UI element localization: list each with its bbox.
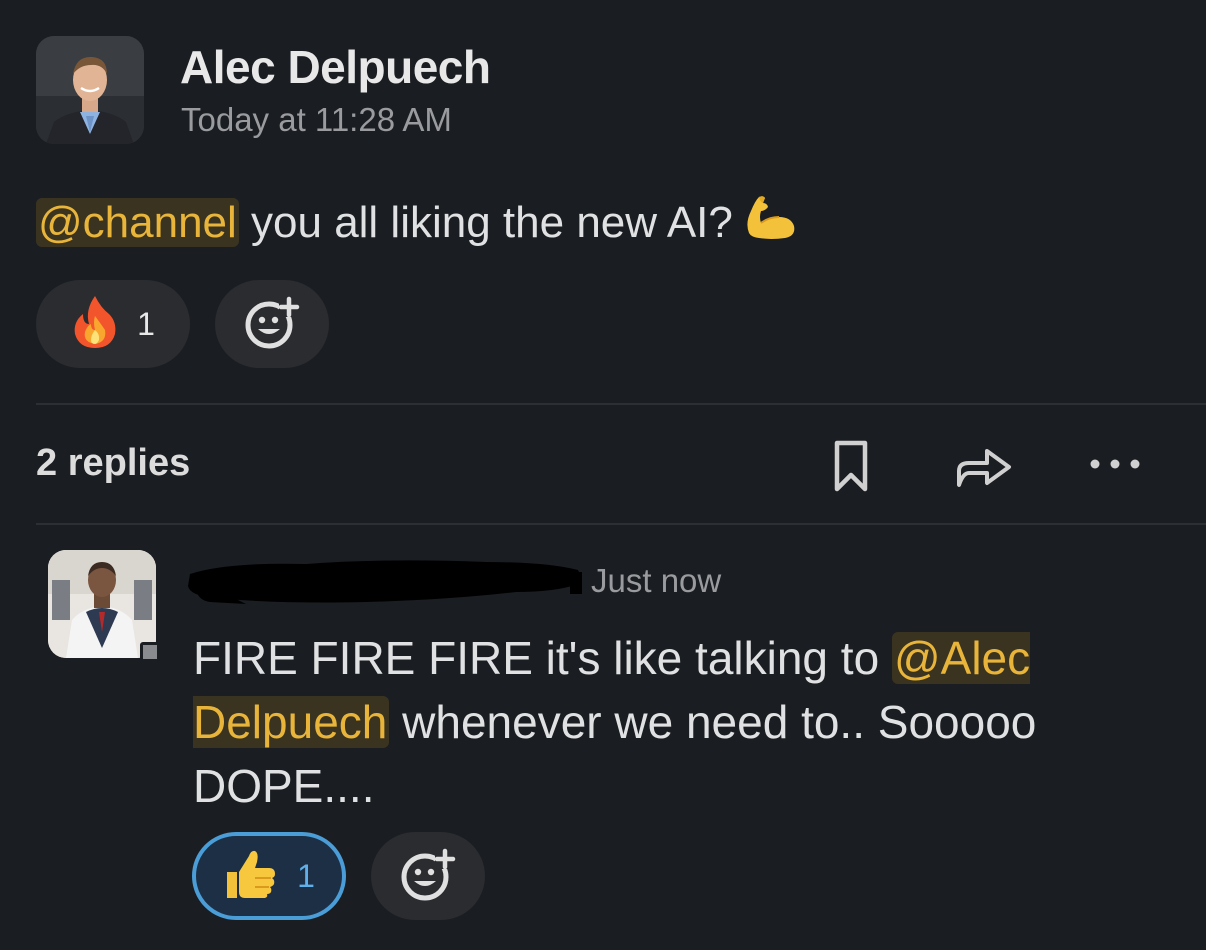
fire-icon (71, 294, 119, 355)
reaction-count: 1 (297, 857, 315, 894)
divider (36, 403, 1206, 405)
avatar[interactable] (36, 36, 144, 144)
presence-status-icon (140, 642, 160, 662)
add-reaction-icon (243, 293, 301, 356)
redacted-author-name (186, 556, 584, 606)
channel-mention[interactable]: @channel (36, 198, 239, 247)
message-text: you all liking the new AI? (238, 198, 733, 247)
thread-view: Alec Delpuech Today at 11:28 AM @channel… (0, 0, 1206, 950)
reply-avatar[interactable] (48, 550, 156, 658)
share-icon[interactable] (954, 444, 1014, 490)
author-name[interactable]: Alec Delpuech (180, 40, 491, 94)
reply-text-start: FIRE FIRE FIRE it's like talking to (193, 632, 892, 684)
divider (36, 523, 1206, 525)
message-timestamp[interactable]: Today at 11:28 AM (181, 101, 452, 139)
reply-timestamp[interactable]: Just now (591, 562, 721, 600)
more-icon[interactable] (1086, 452, 1144, 476)
thumbs-up-icon (223, 846, 279, 907)
bookmark-icon[interactable] (828, 436, 874, 496)
reply-body: FIRE FIRE FIRE it's like talking to @Ale… (193, 626, 1153, 818)
flexed-biceps-icon (741, 193, 799, 258)
replies-count[interactable]: 2 replies (36, 442, 190, 485)
add-reaction-button[interactable] (215, 280, 329, 368)
thumbs-up-reaction[interactable]: 1 (192, 832, 346, 920)
message-body: @channel you all liking the new AI? (36, 192, 799, 258)
fire-reaction[interactable]: 1 (36, 280, 190, 368)
add-reaction-icon (399, 845, 457, 908)
reaction-count: 1 (137, 305, 155, 342)
add-reaction-button[interactable] (371, 832, 485, 920)
